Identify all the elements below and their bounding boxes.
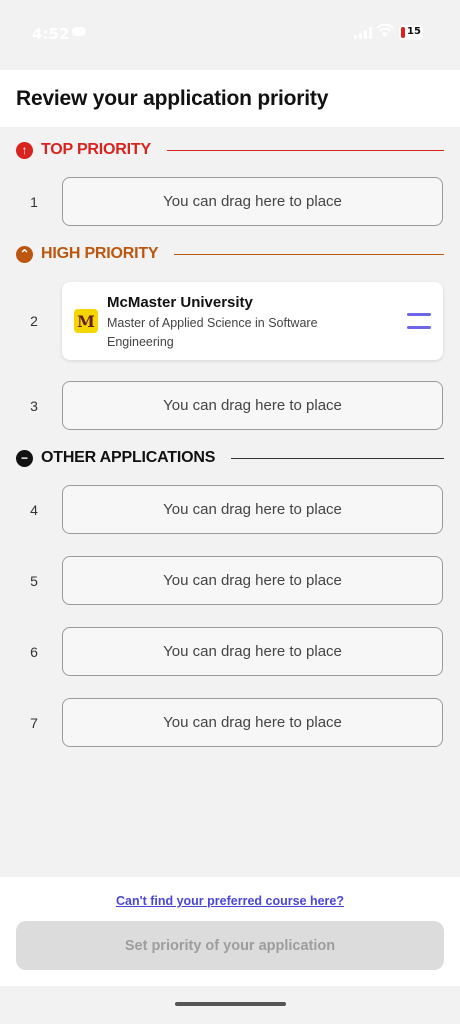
divider	[166, 149, 444, 151]
slot-number: 3	[30, 398, 38, 414]
status-time: 4:52	[32, 25, 70, 43]
page-title: Review your application priority	[16, 87, 329, 110]
drop-slot-3[interactable]: You can drag here to place	[62, 381, 443, 430]
status-bar: 4:52 15	[0, 0, 460, 70]
drop-slot-7[interactable]: You can drag here to place	[62, 698, 443, 747]
header: Review your application priority	[0, 70, 460, 127]
cloud-icon	[72, 27, 86, 36]
drop-slot-6[interactable]: You can drag here to place	[62, 627, 443, 676]
slot-number: 5	[30, 573, 38, 589]
application-card[interactable]: M McMaster University Master of Applied …	[62, 282, 443, 360]
signal-icon	[354, 27, 372, 39]
home-indicator[interactable]	[175, 1002, 286, 1006]
drag-handle-icon[interactable]	[407, 313, 431, 329]
arrow-up-circle-icon: ↑	[16, 141, 33, 159]
section-high-priority: ⌃ HIGH PRIORITY	[16, 243, 444, 265]
footer: Can't find your preferred course here? S…	[0, 877, 460, 986]
drop-slot-4[interactable]: You can drag here to place	[62, 485, 443, 534]
divider	[174, 253, 444, 255]
slot-number: 6	[30, 644, 38, 660]
set-priority-button[interactable]: Set priority of your application	[16, 921, 444, 970]
battery-icon: 15	[399, 25, 423, 40]
chevron-up-circle-icon: ⌃	[16, 245, 33, 263]
slot-number: 4	[30, 502, 38, 518]
drop-slot-1[interactable]: You can drag here to place	[62, 177, 443, 226]
wifi-icon	[376, 24, 394, 37]
slot-number: 2	[30, 313, 38, 329]
slot-number: 7	[30, 715, 38, 731]
drop-slot-5[interactable]: You can drag here to place	[62, 556, 443, 605]
university-logo: M	[74, 309, 98, 333]
section-other-applications: − OTHER APPLICATIONS	[16, 447, 444, 469]
university-name: McMaster University	[107, 294, 253, 311]
divider	[231, 457, 444, 459]
minus-circle-icon: −	[16, 449, 33, 467]
program-name: Master of Applied Science in Software En…	[107, 316, 318, 349]
section-title: HIGH PRIORITY	[41, 245, 159, 262]
section-title: TOP PRIORITY	[41, 141, 151, 158]
section-title: OTHER APPLICATIONS	[41, 449, 216, 466]
slot-number: 1	[30, 194, 38, 210]
cant-find-course-link[interactable]: Can't find your preferred course here?	[0, 894, 460, 908]
home-bar	[0, 986, 460, 1024]
battery-level: 15	[407, 26, 421, 37]
section-top-priority: ↑ TOP PRIORITY	[16, 139, 444, 161]
